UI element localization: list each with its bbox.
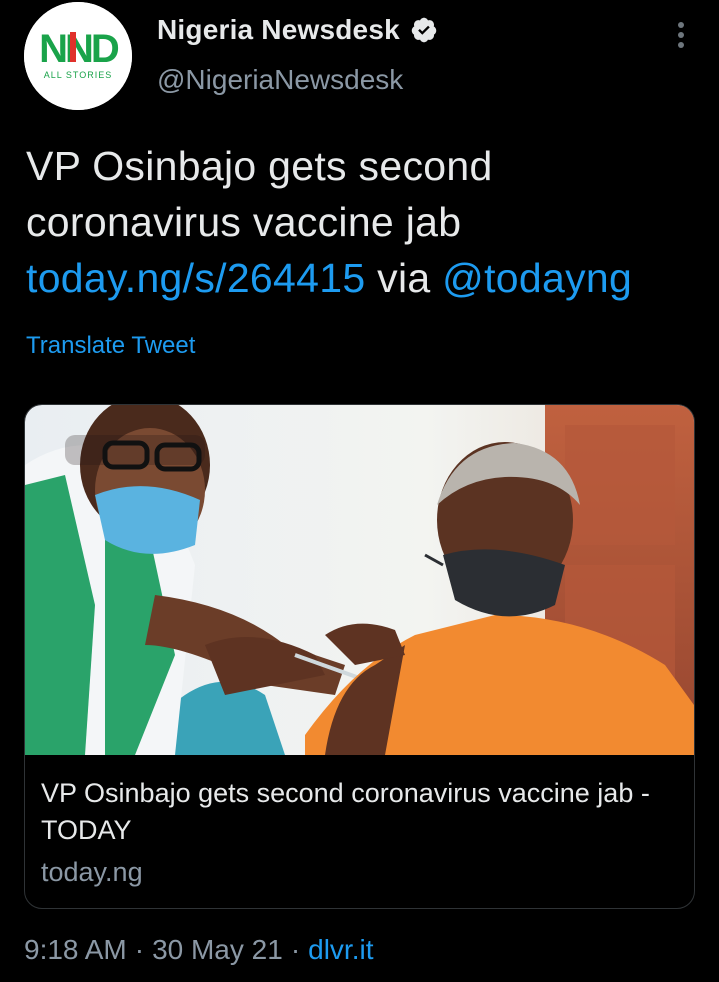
dot xyxy=(678,32,684,38)
translate-tweet-link[interactable]: Translate Tweet xyxy=(26,332,195,360)
tweet[interactable]: NND ALL STORIES Nigeria Newsdesk @Nigeri… xyxy=(0,0,719,982)
card-title: VP Osinbajo gets second coronavirus vacc… xyxy=(41,778,650,845)
account-name-row: Nigeria Newsdesk xyxy=(157,14,438,46)
vaccination-photo xyxy=(25,405,694,755)
verified-badge-icon xyxy=(411,17,437,43)
nnd-logo: NND ALL STORIES xyxy=(24,2,132,110)
meta-separator: · xyxy=(134,934,145,965)
card-domain: today.ng xyxy=(41,857,143,887)
tweet-time[interactable]: 9:18 AM xyxy=(24,934,127,966)
tweet-link[interactable]: today.ng/s/264415 xyxy=(26,255,365,301)
tweet-text: VP Osinbajo gets second coronavirus vacc… xyxy=(26,138,696,306)
tweet-text-plain: VP Osinbajo gets second coronavirus vacc… xyxy=(26,143,493,245)
svg-text:NND: NND xyxy=(39,27,119,71)
tweet-via: via xyxy=(365,255,443,301)
dot xyxy=(678,42,684,48)
meta-separator: · xyxy=(290,934,301,965)
tweet-meta: 9:18 AM · 30 May 21 · dlvr.it xyxy=(24,934,374,966)
svg-text:ALL STORIES: ALL STORIES xyxy=(44,70,113,80)
display-name[interactable]: Nigeria Newsdesk xyxy=(157,14,400,46)
tweet-mention[interactable]: @todayng xyxy=(442,255,632,301)
account-handle[interactable]: @NigeriaNewsdesk xyxy=(157,64,403,96)
avatar[interactable]: NND ALL STORIES xyxy=(24,2,132,110)
link-card[interactable]: VP Osinbajo gets second coronavirus vacc… xyxy=(24,404,695,909)
card-image[interactable] xyxy=(25,405,694,755)
dot xyxy=(678,22,684,28)
more-vertical-icon[interactable] xyxy=(673,22,689,48)
tweet-date[interactable]: 30 May 21 xyxy=(152,934,283,966)
tweet-source[interactable]: dlvr.it xyxy=(308,934,373,966)
